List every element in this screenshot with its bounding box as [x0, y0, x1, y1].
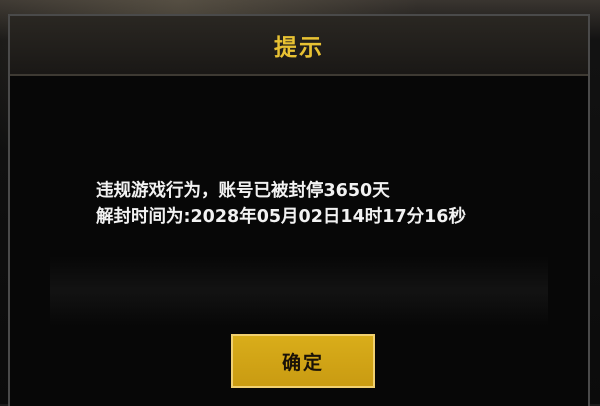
- dialog-title: 提示: [274, 35, 324, 61]
- ban-message: 违规游戏行为，账号已被封停3650天 解封时间为:2028年05月02日14时1…: [96, 178, 466, 230]
- ban-message-line-2: 解封时间为:2028年05月02日14时17分16秒: [96, 207, 466, 227]
- confirm-button-label: 确定: [281, 351, 324, 374]
- ban-message-line-1: 违规游戏行为，账号已被封停3650天: [96, 181, 390, 201]
- ban-notice-dialog: 提示 违规游戏行为，账号已被封停3650天 解封时间为:2028年05月02日1…: [8, 14, 590, 406]
- dialog-background-art: [50, 256, 548, 326]
- confirm-button[interactable]: 确定: [231, 334, 375, 388]
- dialog-header: 提示: [10, 16, 588, 76]
